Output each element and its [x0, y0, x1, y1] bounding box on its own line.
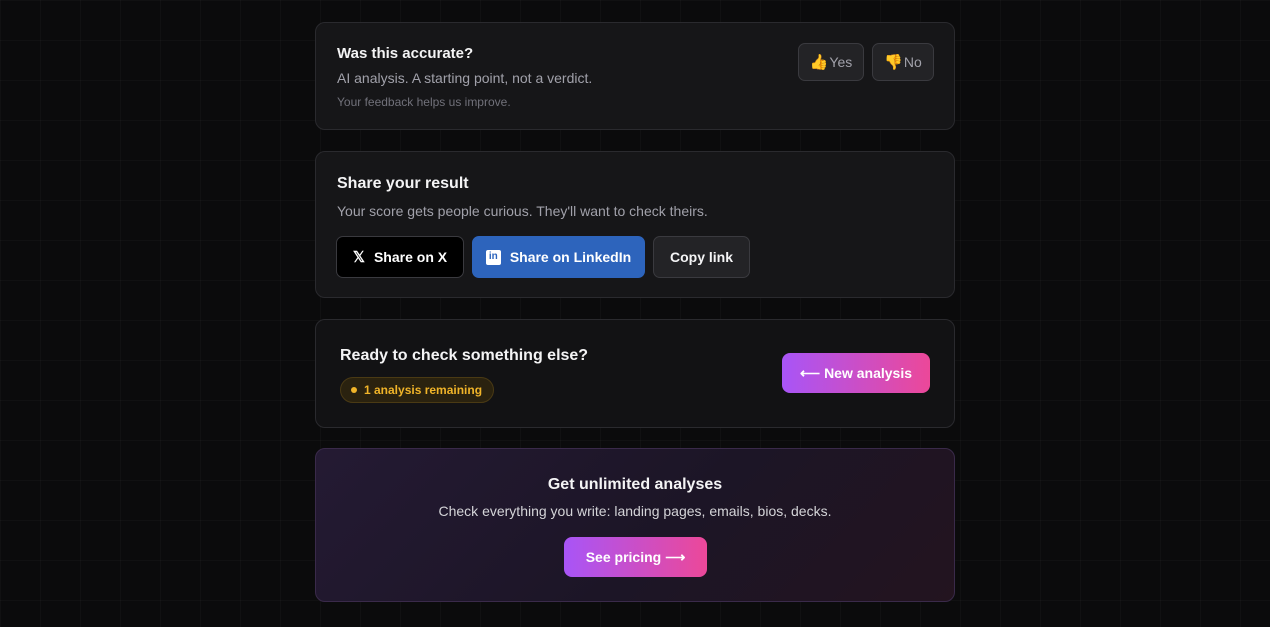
feedback-subtitle: AI analysis. A starting point, not a ver…	[337, 70, 593, 86]
feedback-note: Your feedback helps us improve.	[337, 95, 511, 109]
upsell-title: Get unlimited analyses	[547, 476, 723, 493]
arrow-right-icon: ⟶	[665, 548, 686, 565]
new-analysis-label: New analysis	[824, 365, 912, 381]
share-on-x-button[interactable]: 𝕏 Share on X	[336, 236, 464, 278]
share-subtitle: Your score gets people curious. They'll …	[337, 203, 708, 219]
share-on-linkedin-button[interactable]: in Share on LinkedIn	[472, 236, 645, 278]
next-title: Ready to check something else?	[340, 347, 589, 364]
feedback-card: Was this accurate? AI analysis. A starti…	[315, 22, 955, 130]
share-title: Share your result	[337, 175, 469, 192]
copy-link-label: Copy link	[669, 249, 733, 265]
upsell-card: Get unlimited analyses Check everything …	[315, 448, 955, 602]
next-analysis-card: Ready to check something else? 1 analysi…	[315, 319, 955, 428]
remaining-badge: 1 analysis remaining	[340, 377, 495, 403]
see-pricing-button[interactable]: See pricing ⟶	[564, 537, 707, 577]
arrow-left-icon: ⟵	[799, 364, 821, 381]
feedback-no-label: No	[903, 54, 922, 70]
feedback-no-button[interactable]: 👎 No	[872, 43, 934, 81]
thumbs-up-icon: 👍	[809, 54, 829, 71]
remaining-label: 1 analysis remaining	[364, 383, 483, 397]
see-pricing-label: See pricing	[585, 549, 662, 565]
linkedin-logo-icon: in	[485, 249, 501, 265]
new-analysis-button[interactable]: ⟵ New analysis	[782, 353, 930, 393]
feedback-title: Was this accurate?	[337, 45, 474, 62]
feedback-yes-label: Yes	[829, 54, 853, 70]
share-card: Share your result Your score gets people…	[315, 151, 955, 298]
thumbs-down-icon: 👎	[884, 54, 903, 71]
x-logo-icon: 𝕏	[352, 249, 365, 266]
share-on-x-label: Share on X	[373, 249, 448, 265]
copy-link-button[interactable]: Copy link	[653, 236, 750, 278]
upsell-subtitle: Check everything you write: landing page…	[438, 503, 832, 519]
share-on-linkedin-label: Share on LinkedIn	[509, 249, 632, 265]
status-dot-icon	[351, 387, 357, 393]
feedback-yes-button[interactable]: 👍 Yes	[798, 43, 864, 81]
